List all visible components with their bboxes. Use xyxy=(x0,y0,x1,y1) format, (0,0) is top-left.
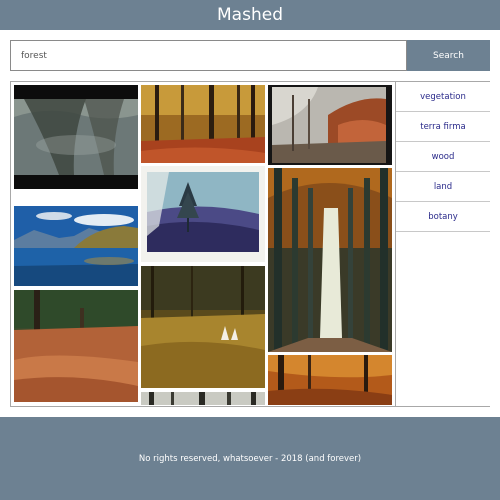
misty-autumn-trees-image xyxy=(268,85,392,165)
autumn-tree-avenue-image xyxy=(268,168,392,352)
gallery-photo-autumn-grass-meadow[interactable] xyxy=(14,290,138,402)
tag-label: vegetation xyxy=(420,91,466,102)
autumn-grass-meadow-image xyxy=(14,290,138,402)
tag-land[interactable]: land xyxy=(396,172,490,202)
gallery-photo-autumn-forest[interactable] xyxy=(141,85,265,163)
forest-reflection-image xyxy=(14,85,138,189)
tag-label: terra firma xyxy=(420,121,466,132)
results-panel: vegetation terra firma wood land botany xyxy=(10,81,490,407)
search-button[interactable]: Search xyxy=(407,40,490,71)
search-input[interactable] xyxy=(10,40,407,71)
orange-woodland-image xyxy=(268,355,392,405)
gallery-photo-autumn-tree-avenue[interactable] xyxy=(268,168,392,352)
footer: No rights reserved, whatsoever - 2018 (a… xyxy=(0,417,500,500)
tag-label: botany xyxy=(428,211,458,222)
tag-wood[interactable]: wood xyxy=(396,142,490,172)
photo-gallery xyxy=(11,82,395,406)
app-header: Mashed xyxy=(0,0,500,30)
tag-botany[interactable]: botany xyxy=(396,202,490,232)
tag-label: wood xyxy=(431,151,455,162)
search-bar: Search xyxy=(10,40,490,71)
golden-forest-clearing-image xyxy=(141,266,265,388)
tag-terra-firma[interactable]: terra firma xyxy=(396,112,490,142)
gallery-photo-birch-strip[interactable] xyxy=(141,391,265,405)
search-button-label: Search xyxy=(433,50,464,61)
gallery-photo-lake-mountains[interactable] xyxy=(14,206,138,286)
gallery-photo-forest-reflection[interactable] xyxy=(14,85,138,189)
tag-vegetation[interactable]: vegetation xyxy=(396,82,490,112)
polaroid-lone-tree-image xyxy=(141,166,265,262)
gallery-photo-golden-forest-clearing[interactable] xyxy=(141,266,265,388)
app-title: Mashed xyxy=(217,5,283,25)
lake-mountains-image xyxy=(14,206,138,286)
footer-text: No rights reserved, whatsoever - 2018 (a… xyxy=(138,453,362,464)
tag-label: land xyxy=(433,181,453,192)
birch-strip-image xyxy=(141,392,265,405)
tag-sidebar: vegetation terra firma wood land botany xyxy=(395,82,490,406)
gallery-photo-orange-woodland[interactable] xyxy=(268,355,392,405)
gallery-photo-misty-autumn-trees[interactable] xyxy=(268,85,392,165)
autumn-forest-image xyxy=(141,85,265,163)
gallery-photo-polaroid-lone-tree[interactable] xyxy=(141,166,265,262)
